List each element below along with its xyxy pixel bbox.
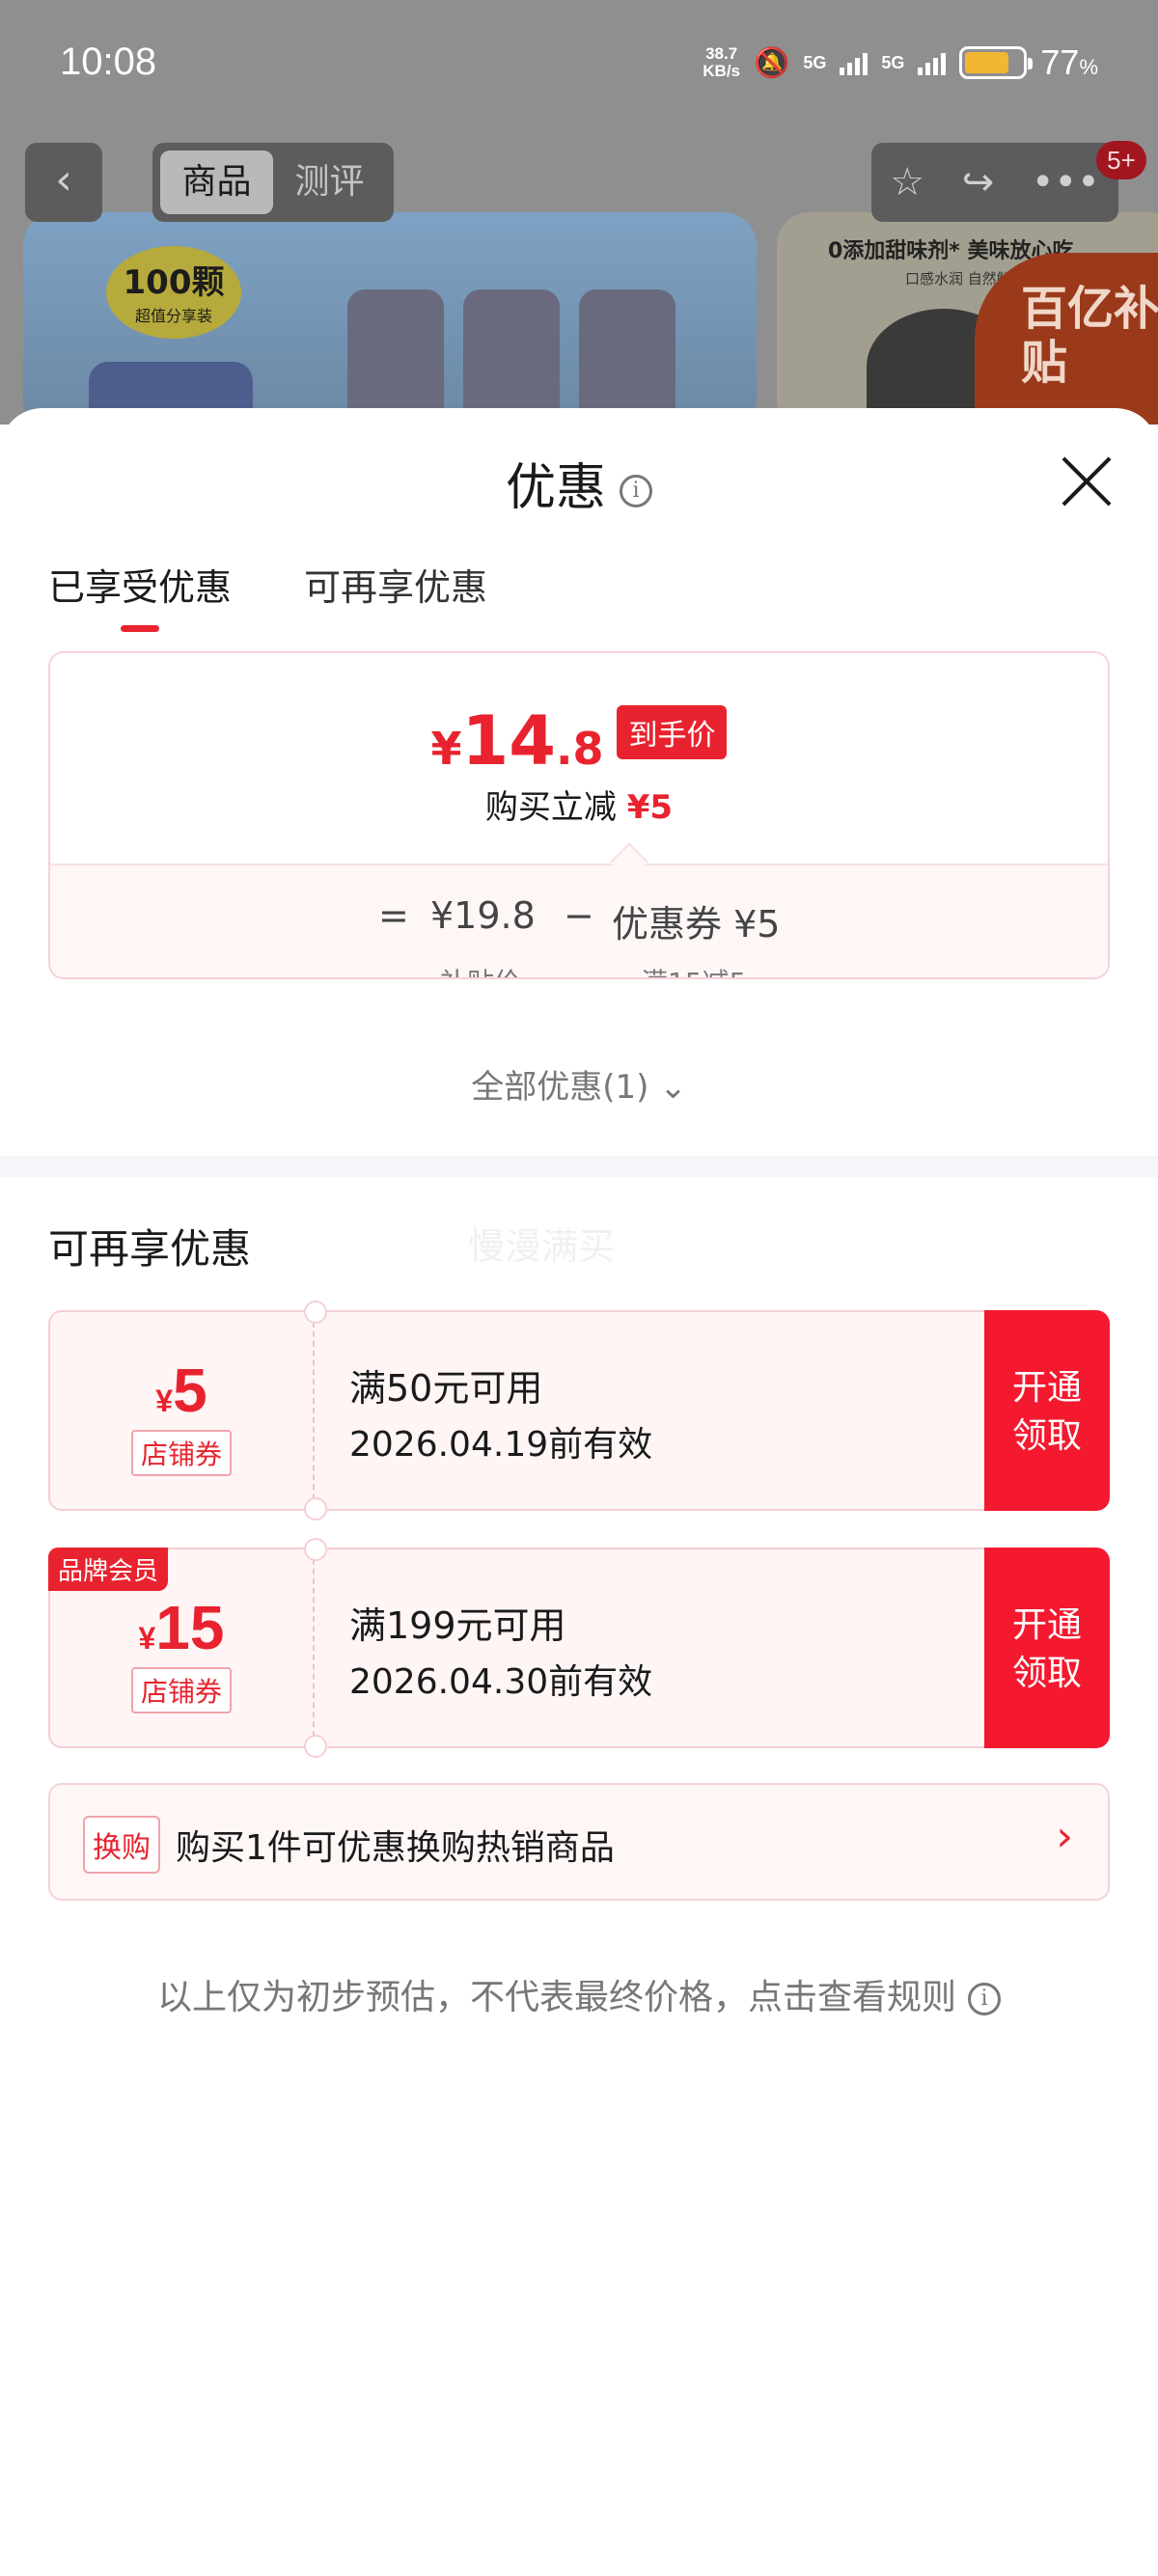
coupon-amount-value: 15 [155, 1593, 225, 1662]
coupon-condition: 满199元可用 [349, 1604, 566, 1647]
coupon-amount-value: 5 [173, 1356, 207, 1425]
coupon-perforation [304, 1538, 327, 1758]
claim-button-line-2: 领取 [1011, 1654, 1082, 1693]
close-button[interactable] [1060, 454, 1114, 508]
instant-discount-value: ¥5 [626, 788, 674, 827]
product-pack [463, 289, 560, 425]
product-pack [347, 289, 444, 425]
final-price-tag: 到手价 [617, 705, 728, 759]
subsidy-price-note: 补贴价 [440, 962, 521, 977]
claim-button-line-1: 开通 [1011, 1368, 1082, 1408]
price-disclaimer[interactable]: 以上仅为初步预估，不代表最终价格，点击查看规则 i [0, 1969, 1158, 2019]
more-icon[interactable]: ••• [1032, 160, 1100, 205]
info-icon[interactable]: i [620, 475, 652, 507]
subsidy-badge: 百亿补贴 [975, 253, 1158, 425]
final-price-summary: ¥14.8 到手价 购买立减 ¥5 [50, 653, 1108, 863]
exchange-tag: 换购 [83, 1816, 160, 1874]
count-badge-number: 100颗 [123, 263, 225, 302]
coupon-expiry: 2026.04.19前有效 [349, 1425, 653, 1465]
sheet-title: 优惠 [505, 459, 606, 517]
offers-sheet: 优惠 i 已享受优惠 可再享优惠 ¥14.8 到手价 购买立减 ¥5 = ¥19.8… [0, 408, 1158, 2576]
offer-tabs: 已享受优惠 可再享优惠 [48, 558, 487, 632]
product-tabs: 商品 测评 [152, 143, 394, 222]
exchange-text: 购买1件可优惠换购热销商品 [176, 1828, 615, 1868]
price-currency: ¥ [430, 723, 462, 775]
instant-discount: 购买立减 ¥5 [50, 781, 1108, 828]
claim-coupon-button[interactable]: 开通 领取 [984, 1548, 1110, 1748]
formula-equals: = [378, 894, 409, 937]
claim-coupon-button[interactable]: 开通 领取 [984, 1310, 1110, 1511]
status-icons: 38.7 KB/s 🔕 5G 5G 77% [703, 42, 1098, 83]
exchange-offer-row[interactable]: 换购 购买1件可优惠换购热销商品 › [48, 1783, 1110, 1901]
coupon-perforation [304, 1301, 327, 1521]
tab-product[interactable]: 商品 [160, 151, 273, 214]
battery-text: 77% [1040, 42, 1098, 83]
tab-more-label: 可再享优惠 [304, 566, 488, 609]
back-button[interactable]: ‹ [25, 143, 102, 222]
tab-review[interactable]: 测评 [273, 151, 386, 214]
price-integer: 14 [461, 701, 556, 781]
coupon-expiry: 2026.04.30前有效 [349, 1662, 653, 1702]
disclaimer-text: 以上仅为初步预估，不代表最终价格，点击查看规则 [156, 1978, 956, 2017]
coupon-note: 满15减5 [641, 962, 746, 977]
claim-button-line-2: 领取 [1011, 1416, 1082, 1456]
subsidy-price: ¥19.8 [430, 894, 536, 937]
formula-minus: − [564, 894, 594, 937]
mute-bell-icon: 🔕 [754, 46, 790, 79]
all-offers-label: 全部优惠(1) [471, 1068, 649, 1107]
coupon-currency: ¥ [138, 1621, 156, 1656]
final-price-card: ¥14.8到手价 购买立减 ¥5 = ¥19.8 − 优惠券 ¥5 补贴价 满1… [48, 651, 1110, 979]
coupon-discount: 优惠券 ¥5 [612, 903, 781, 945]
final-price: ¥14.8 到手价 [50, 701, 1108, 781]
active-tab-indicator [121, 625, 159, 632]
signal-label-2: 5G [881, 52, 905, 72]
coupon-amount: ¥5 [50, 1355, 313, 1426]
count-badge: 100颗 超值分享装 [106, 246, 241, 339]
battery-percent: 77 [1040, 42, 1080, 82]
tab-enjoyed-label: 已享受优惠 [48, 566, 233, 609]
share-icon[interactable]: ↪ [962, 160, 995, 205]
brand-member-badge: 品牌会员 [48, 1548, 169, 1591]
coupon-card: ¥15 店铺券 满199元可用 2026.04.30前有效 开通 领取 品牌会员 [48, 1538, 1110, 1758]
signal-label-1: 5G [803, 52, 827, 72]
signal-bars-icon [918, 50, 947, 75]
count-badge-label: 超值分享装 [134, 307, 212, 325]
coupon-currency: ¥ [155, 1384, 174, 1418]
network-speed-unit: KB/s [703, 62, 740, 80]
coupon-condition: 满50元可用 [349, 1367, 543, 1410]
favorite-star-icon[interactable]: ☆ [890, 160, 924, 205]
battery-unit: % [1079, 55, 1098, 79]
all-offers-toggle[interactable]: 全部优惠(1) ⌄ [0, 1060, 1158, 1108]
notification-badge: 5+ [1096, 141, 1146, 179]
instant-discount-label: 购买立减 [484, 788, 617, 827]
network-speed: 38.7 KB/s [703, 45, 740, 80]
coupon-amount: ¥15 [50, 1592, 313, 1663]
coupon-type-tag: 店铺券 [130, 1667, 232, 1713]
signal-bars-icon [840, 50, 868, 75]
faded-overlay-text: 慢漫满买 [468, 1225, 616, 1268]
top-action-bar: ☆ ↪ ••• [871, 143, 1118, 222]
claim-button-line-1: 开通 [1011, 1605, 1082, 1645]
tab-enjoyed-offers[interactable]: 已享受优惠 [48, 558, 232, 632]
coupon-value: ¥5 店铺券 [50, 1312, 313, 1509]
network-speed-value: 38.7 [705, 44, 738, 63]
battery-icon [959, 46, 1034, 79]
coupon-type-tag: 店铺券 [130, 1430, 232, 1476]
info-icon: i [968, 1983, 1001, 2015]
chevron-left-icon: ‹ [55, 155, 72, 205]
price-breakdown: = ¥19.8 − 优惠券 ¥5 补贴价 满15减5 [50, 863, 1108, 977]
coupon-card: ¥5 店铺券 满50元可用 2026.04.19前有效 开通 领取 [48, 1301, 1110, 1521]
battery-fill [965, 52, 1009, 73]
status-time: 10:08 [60, 41, 157, 83]
tab-more-offers[interactable]: 可再享优惠 [304, 558, 487, 632]
status-bar: 10:08 38.7 KB/s 🔕 5G 5G 77% [0, 0, 1158, 125]
sheet-header: 优惠 i [0, 447, 1158, 519]
section-divider [0, 1156, 1158, 1177]
price-decimal: .8 [555, 723, 604, 775]
chevron-right-icon: › [1056, 1812, 1073, 1861]
more-offers-title: 可再享优惠 [48, 1225, 252, 1273]
product-pack [579, 289, 676, 425]
chevron-down-icon: ⌄ [659, 1068, 687, 1107]
